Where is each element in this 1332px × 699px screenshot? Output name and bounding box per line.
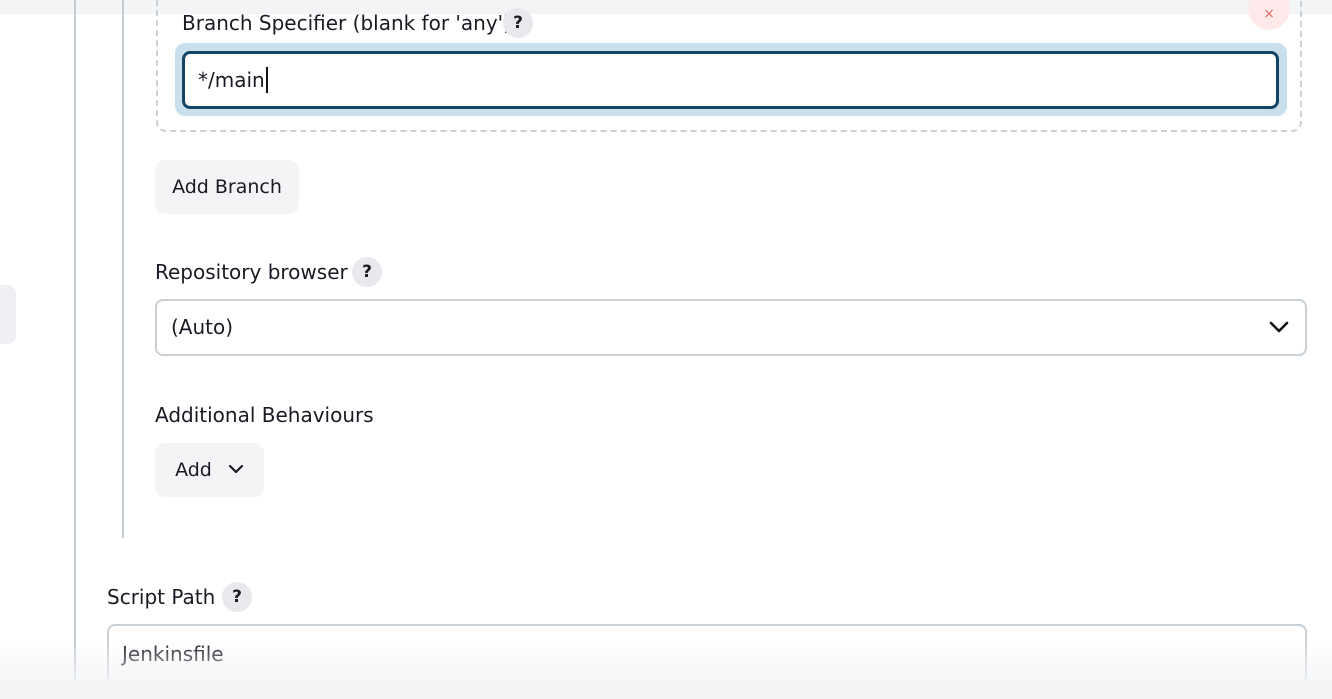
scm-section-rail: [122, 0, 124, 538]
text-cursor: [265, 66, 268, 93]
help-icon[interactable]: ?: [352, 257, 382, 287]
bottom-bar: [0, 680, 1332, 699]
section-rail: [74, 0, 76, 699]
add-behaviour-button[interactable]: Add: [155, 443, 264, 497]
page: × Branch Specifier (blank for 'any') ? *…: [0, 0, 1332, 699]
chevron-down-icon: [1269, 321, 1289, 333]
repository-browser-select[interactable]: (Auto): [155, 299, 1307, 356]
additional-behaviours-label: Additional Behaviours: [155, 403, 374, 427]
branch-specifier-input[interactable]: */main: [182, 51, 1279, 109]
side-panel-tab[interactable]: [0, 285, 16, 344]
repository-browser-label: Repository browser: [155, 260, 348, 284]
repository-browser-value: (Auto): [171, 315, 234, 339]
add-behaviour-label: Add: [175, 459, 212, 481]
add-branch-button[interactable]: Add Branch: [155, 160, 299, 214]
branch-specifier-value: */main: [198, 68, 265, 92]
close-icon: ×: [1263, 6, 1275, 22]
branch-specifier-label: Branch Specifier (blank for 'any'): [182, 11, 511, 35]
chevron-down-icon: [228, 464, 244, 473]
help-icon[interactable]: ?: [503, 8, 533, 38]
script-path-input[interactable]: Jenkinsfile: [107, 624, 1307, 684]
help-icon[interactable]: ?: [222, 582, 252, 612]
script-path-label: Script Path: [107, 585, 216, 609]
